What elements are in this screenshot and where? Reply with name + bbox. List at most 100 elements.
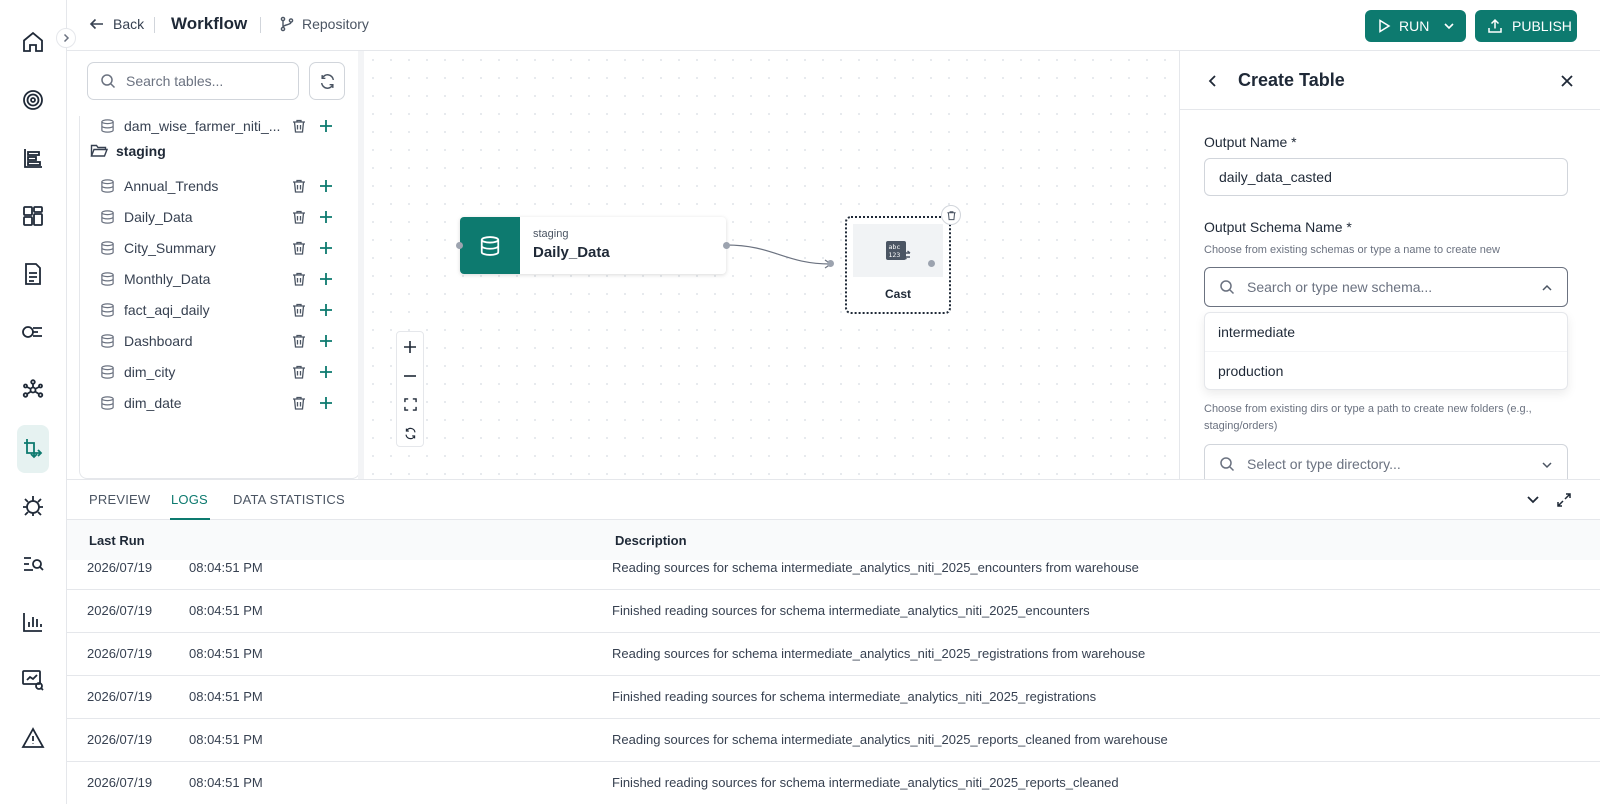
plus-icon[interactable] — [318, 364, 334, 380]
node-delete-button[interactable] — [941, 205, 961, 225]
trash-icon[interactable] — [291, 364, 307, 380]
dashboard-icon[interactable] — [17, 192, 49, 240]
back-button[interactable]: Back — [89, 16, 144, 32]
table-item[interactable]: dim_date — [80, 387, 359, 418]
trash-icon[interactable] — [291, 333, 307, 349]
refresh-button[interactable] — [309, 62, 345, 100]
chevron-down-icon — [1542, 462, 1552, 469]
schema-option[interactable]: intermediate — [1205, 313, 1567, 351]
database-icon — [101, 271, 114, 286]
log-description: Finished reading sources for schema inte… — [612, 775, 1119, 790]
tab-data-statistics[interactable]: DATA STATISTICS — [233, 492, 345, 507]
chevron-down-icon[interactable] — [1526, 492, 1540, 506]
nav-collapse-toggle[interactable] — [56, 28, 76, 48]
directory-select[interactable]: Select or type directory... — [1204, 444, 1568, 479]
trash-icon[interactable] — [291, 240, 307, 256]
workflow-canvas[interactable]: staging Daily_Data abc 123 Cast — [364, 51, 1179, 479]
plus-icon[interactable] — [318, 118, 334, 134]
trash-icon[interactable] — [291, 178, 307, 194]
publish-button[interactable]: PUBLISH — [1475, 10, 1577, 42]
table-item[interactable]: dim_city — [80, 356, 359, 387]
node-input-handle[interactable] — [456, 242, 463, 249]
plus-icon[interactable] — [318, 302, 334, 318]
tab-logs[interactable]: LOGS — [171, 492, 208, 507]
page-title: Workflow — [171, 14, 248, 33]
trash-icon[interactable] — [291, 271, 307, 287]
reset-view-button[interactable] — [397, 419, 423, 448]
chevron-left-icon[interactable] — [1205, 73, 1221, 89]
log-time: 08:04:51 PM — [189, 732, 263, 747]
trash-icon[interactable] — [291, 395, 307, 411]
expand-icon[interactable] — [1556, 492, 1572, 508]
node-output-handle[interactable] — [928, 260, 935, 267]
search-icon — [101, 74, 116, 89]
chevron-down-icon[interactable] — [1442, 19, 1456, 33]
node-output-handle[interactable] — [723, 242, 730, 249]
tab-preview[interactable]: PREVIEW — [89, 492, 150, 507]
zoom-out-button[interactable] — [397, 361, 423, 390]
home-icon[interactable] — [17, 18, 49, 66]
table-item[interactable]: City_Summary — [80, 232, 359, 263]
table-item-label: Daily_Data — [124, 208, 193, 225]
search-icon — [1220, 457, 1235, 472]
search-tables-input[interactable]: Search tables... — [87, 62, 299, 100]
list-chart-icon[interactable] — [17, 134, 49, 182]
trash-icon[interactable] — [291, 302, 307, 318]
monitor-chart-icon[interactable] — [17, 656, 49, 704]
plus-icon[interactable] — [318, 333, 334, 349]
table-item[interactable]: Annual_Trends — [80, 170, 359, 201]
pipeline-icon[interactable] — [17, 308, 49, 356]
create-table-header: Create Table — [1180, 51, 1600, 110]
bar-chart-icon[interactable] — [17, 598, 49, 646]
top-header: Back Workflow Repository RUN PUBLISH — [67, 0, 1600, 51]
table-item[interactable]: Monthly_Data — [80, 263, 359, 294]
plus-icon[interactable] — [318, 395, 334, 411]
table-row: 2026/07/19 08:04:51 PM Reading sources for… — [67, 719, 1600, 762]
log-date: 2026/07/19 — [87, 646, 153, 661]
zoom-controls — [396, 331, 424, 447]
cast-node[interactable]: abc 123 Cast — [845, 205, 961, 314]
trash-icon[interactable] — [291, 118, 307, 134]
log-date: 2026/07/19 — [87, 603, 153, 618]
table-item[interactable]: Dashboard — [80, 325, 359, 356]
document-icon[interactable] — [17, 250, 49, 298]
transform-icon[interactable] — [17, 425, 49, 473]
output-name-field[interactable]: daily_data_casted — [1204, 158, 1568, 196]
search-list-icon[interactable] — [17, 540, 49, 588]
table-item[interactable]: Daily_Data — [80, 201, 359, 232]
plus-icon[interactable] — [318, 240, 334, 256]
close-icon[interactable] — [1559, 73, 1575, 89]
source-node-name: Daily_Data — [533, 244, 610, 261]
database-icon — [480, 235, 500, 256]
source-node-icon-box — [460, 217, 520, 274]
schema-option[interactable]: production — [1205, 351, 1567, 389]
log-time: 08:04:51 PM — [189, 603, 263, 618]
repository-link[interactable]: Repository — [279, 16, 369, 32]
publish-label: PUBLISH — [1512, 18, 1572, 34]
network-icon[interactable] — [17, 366, 49, 414]
table-item[interactable]: dam_wise_farmer_niti_... — [80, 116, 359, 141]
plus-icon[interactable] — [318, 209, 334, 225]
output-name-label: Output Name * — [1204, 134, 1297, 150]
schema-dropdown: intermediate production — [1204, 312, 1568, 390]
chevron-up-icon — [1542, 284, 1552, 291]
trash-icon[interactable] — [291, 209, 307, 225]
repository-label: Repository — [302, 16, 369, 32]
schema-search-input[interactable]: Search or type new schema... — [1204, 267, 1568, 307]
log-description: Reading sources for schema intermediate_… — [612, 560, 1139, 575]
plus-icon[interactable] — [318, 178, 334, 194]
fit-view-button[interactable] — [397, 390, 423, 419]
plus-icon[interactable] — [318, 271, 334, 287]
node-input-handle[interactable] — [827, 260, 834, 267]
column-description: Description — [615, 533, 687, 548]
table-row: 2026/07/19 08:04:51 PM Reading sources for… — [67, 547, 1600, 590]
run-button[interactable]: RUN — [1365, 10, 1466, 42]
target-icon[interactable] — [17, 76, 49, 124]
zoom-in-button[interactable] — [397, 332, 423, 361]
source-node[interactable]: staging Daily_Data — [460, 217, 726, 274]
warning-icon[interactable] — [17, 714, 49, 762]
table-item[interactable]: fact_aqi_daily — [80, 294, 359, 325]
bug-icon[interactable] — [17, 482, 49, 530]
play-icon — [1379, 19, 1391, 33]
folder-staging[interactable]: staging — [90, 143, 166, 159]
